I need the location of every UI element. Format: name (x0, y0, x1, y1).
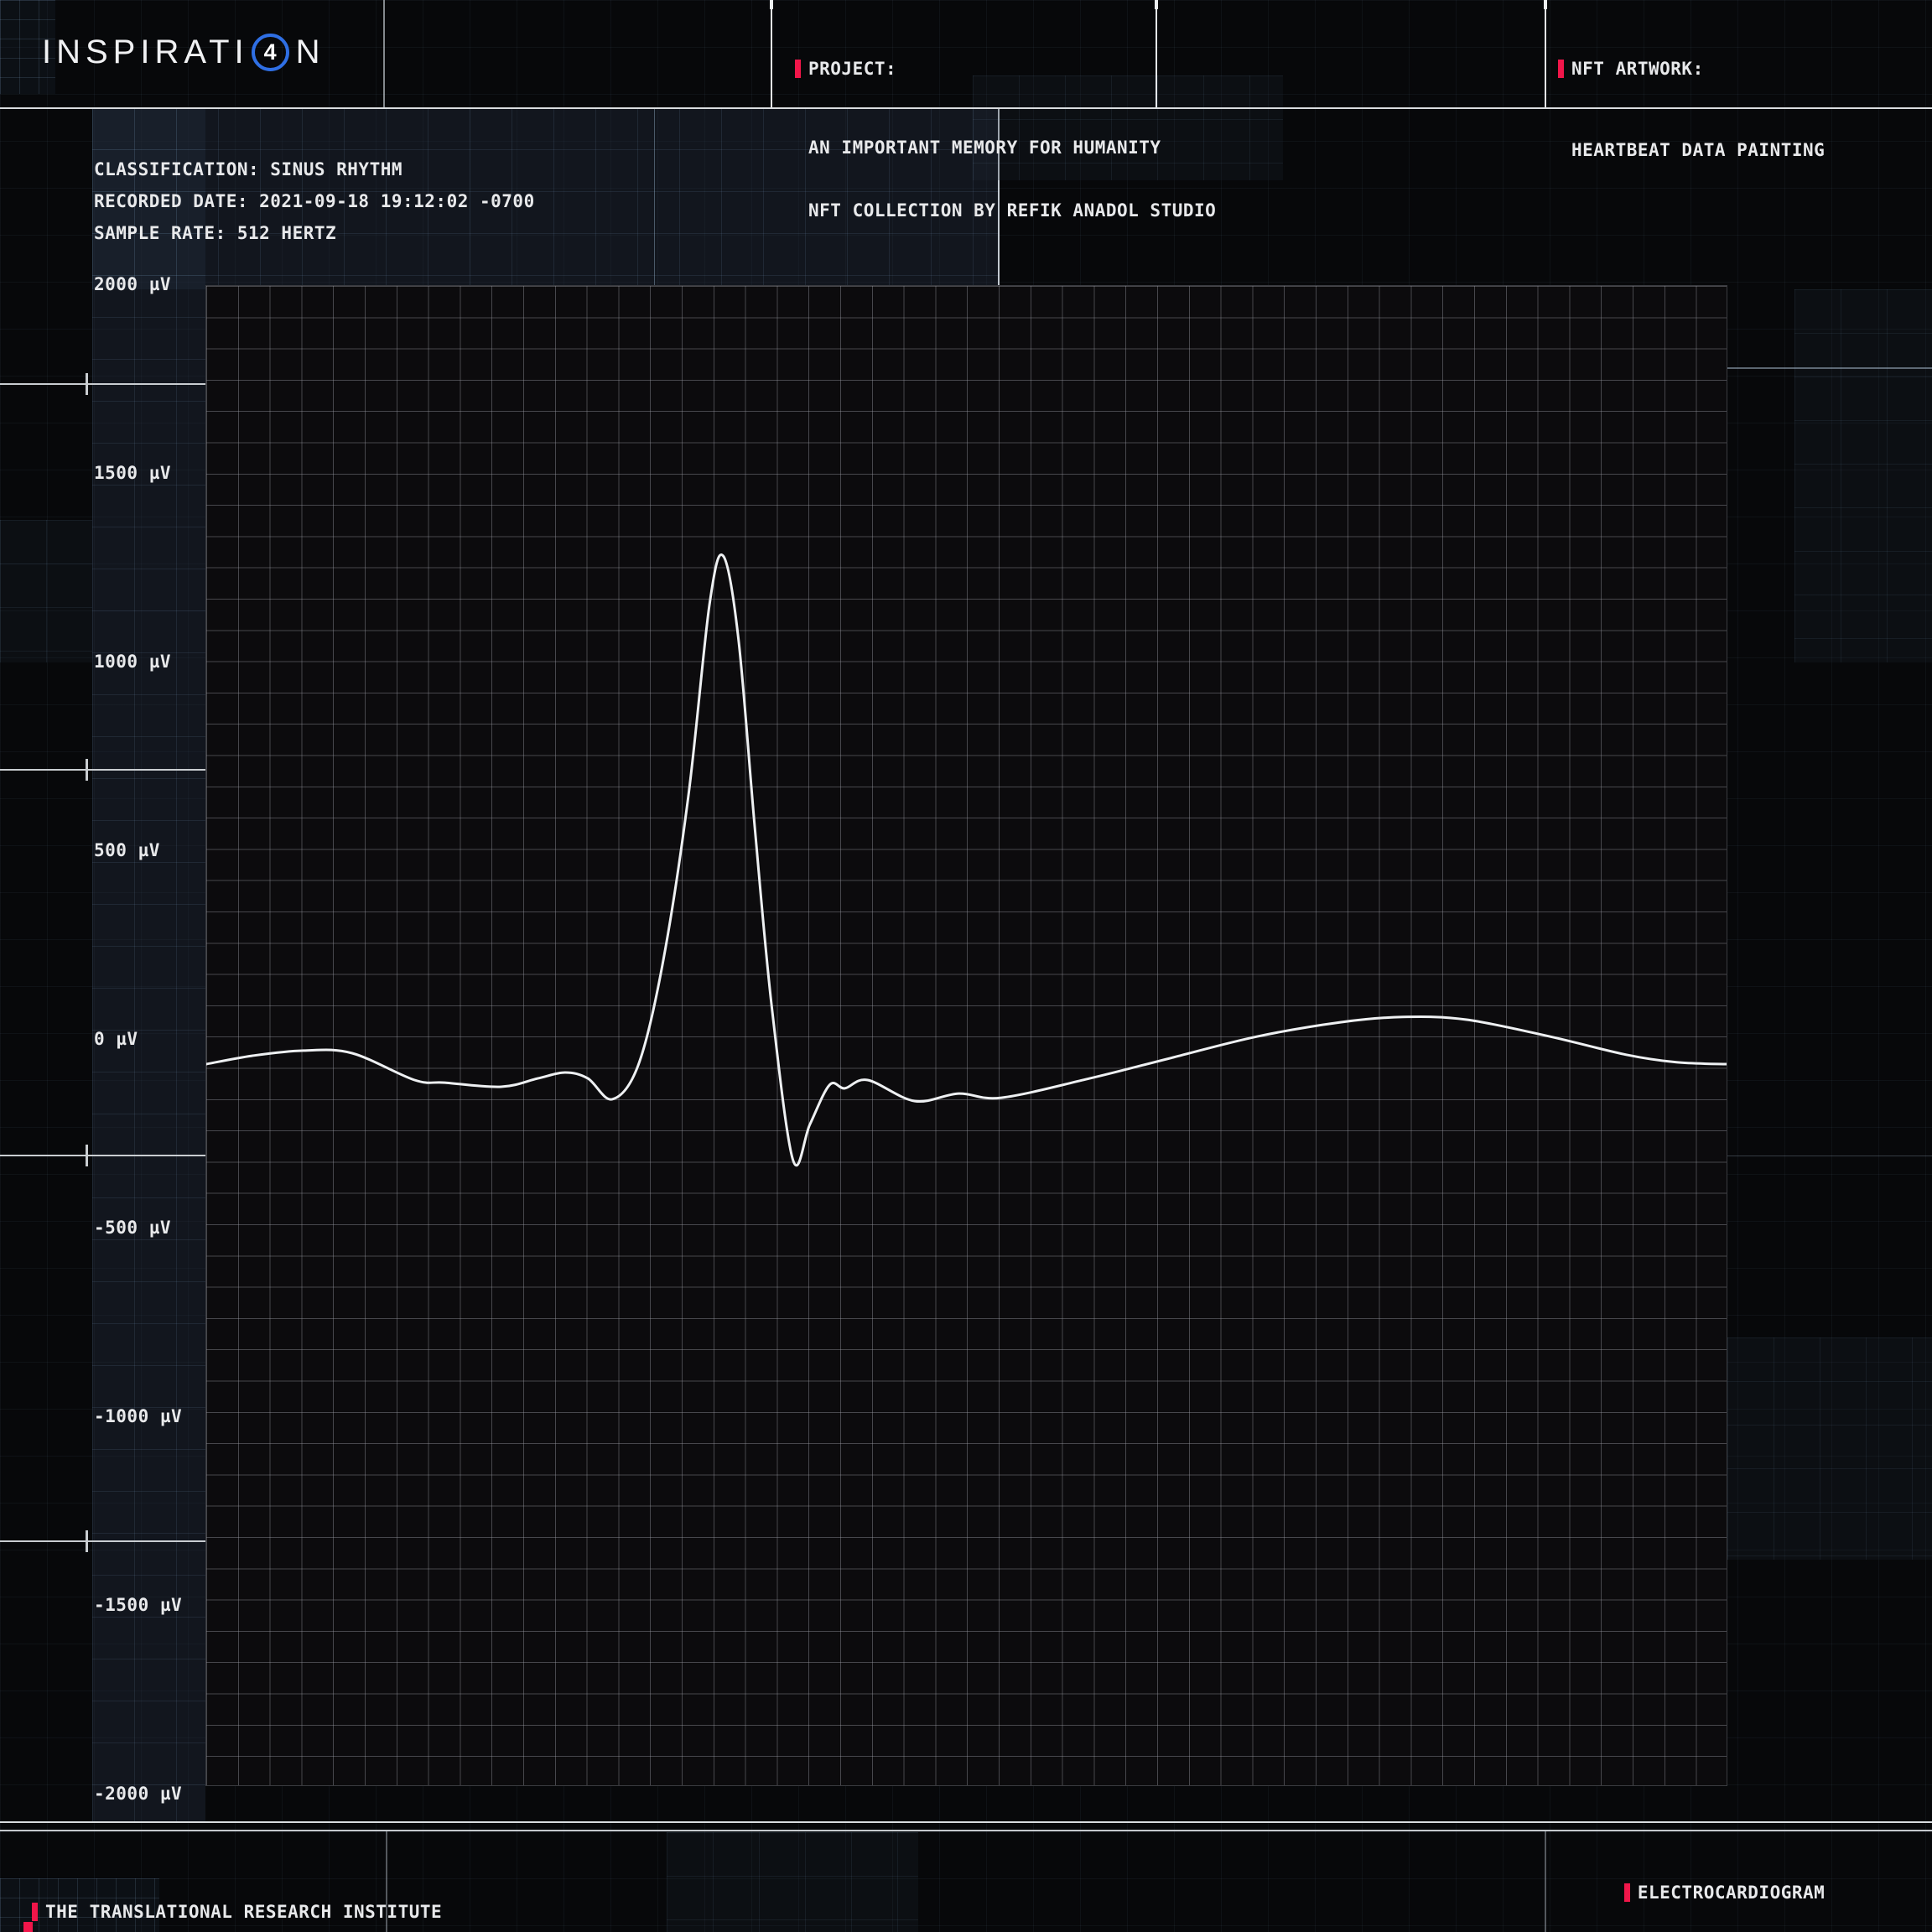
axis-tick (0, 1540, 205, 1542)
y-axis-label: -1500 µV (94, 1593, 182, 1617)
y-axis-label: 2000 µV (94, 273, 171, 296)
accent-line (1545, 1831, 1546, 1932)
trish-line1-row: THE TRANSLATIONAL RESEARCH INSTITUTE (32, 1902, 442, 1922)
classification-text: CLASSIFICATION: SINUS RHYTHM (94, 159, 402, 179)
recorded-date-text: RECORDED DATE: 2021-09-18 19:12:02 -0700 (94, 191, 535, 211)
inspiration4-logo: INSPIRATI 4 N (42, 30, 325, 74)
logo-text-right: N (296, 34, 325, 71)
artwork-label-row: NFT ARTWORK: (1558, 59, 1825, 79)
axis-tick (0, 383, 205, 385)
project-block: PROJECT: AN IMPORTANT MEMORY FOR HUMANIT… (795, 18, 1216, 261)
top-tick (1155, 0, 1158, 9)
artwork-label: NFT ARTWORK: (1571, 59, 1704, 79)
artwork-line1: HEARTBEAT DATA PAINTING (1571, 140, 1825, 160)
y-axis-label: 1000 µV (94, 650, 171, 673)
accent-line (1727, 367, 1932, 369)
ecg-trace (206, 554, 1727, 1165)
footer-divider-line (0, 1821, 1932, 1823)
project-label: PROJECT: (808, 59, 896, 79)
logo-text-left: INSPIRATI (42, 34, 249, 71)
trish-credit: THE TRANSLATIONAL RESEARCH INSTITUTE FOR… (32, 1862, 442, 1932)
axis-tick (0, 769, 205, 771)
grid-patch (667, 1832, 918, 1932)
accent-line (654, 107, 655, 289)
header-separator (1545, 0, 1546, 107)
logo-circle-4-icon: 4 (252, 34, 289, 71)
sample-rate-text: SAMPLE RATE: 512 HERTZ (94, 223, 336, 243)
grid-patch (1794, 289, 1932, 662)
red-marker-icon (1624, 1883, 1630, 1902)
footer-divider-line (0, 1830, 1932, 1831)
grid-patch (1727, 1337, 1932, 1560)
sidebar-panel (92, 107, 205, 1821)
project-label-row: PROJECT: (795, 59, 1216, 79)
y-axis-label: 1500 µV (94, 461, 171, 485)
y-axis-label: 500 µV (94, 839, 160, 862)
top-tick (770, 0, 773, 9)
header-separator (771, 0, 772, 107)
y-axis-label: -2000 µV (94, 1782, 182, 1805)
ecg-caption-row: ELECTROCARDIOGRAM (1558, 1862, 1825, 1923)
project-line2: NFT COLLECTION BY REFIK ANADOL STUDIO (808, 200, 1216, 221)
red-marker-icon (1558, 60, 1564, 78)
ecg-trace-svg (206, 286, 1727, 1785)
ecg-chart (205, 285, 1727, 1786)
header-separator (1156, 0, 1157, 107)
y-axis-label: -500 µV (94, 1216, 171, 1239)
ecg-caption: ELECTROCARDIOGRAM (1638, 1883, 1825, 1903)
project-line1: AN IMPORTANT MEMORY FOR HUMANITY (808, 138, 1216, 158)
top-tick (1544, 0, 1547, 9)
header-divider-line (0, 107, 1932, 109)
ecg-nft-artwork-screen: INSPIRATI 4 N PROJECT: AN IMPORTANT MEMO… (0, 0, 1932, 1932)
red-marker-icon (795, 60, 801, 78)
artwork-block: NFT ARTWORK: HEARTBEAT DATA PAINTING (1558, 18, 1825, 200)
trish-line1: THE TRANSLATIONAL RESEARCH INSTITUTE (45, 1902, 442, 1922)
grid-patch (0, 520, 92, 662)
red-corner-mark (23, 1922, 33, 1932)
logo-circle-number: 4 (264, 39, 277, 65)
accent-line (383, 0, 385, 107)
y-axis-label: -1000 µV (94, 1405, 182, 1428)
y-axis-label: 0 µV (94, 1027, 138, 1051)
axis-tick (0, 1155, 205, 1156)
red-marker-icon (32, 1903, 38, 1921)
